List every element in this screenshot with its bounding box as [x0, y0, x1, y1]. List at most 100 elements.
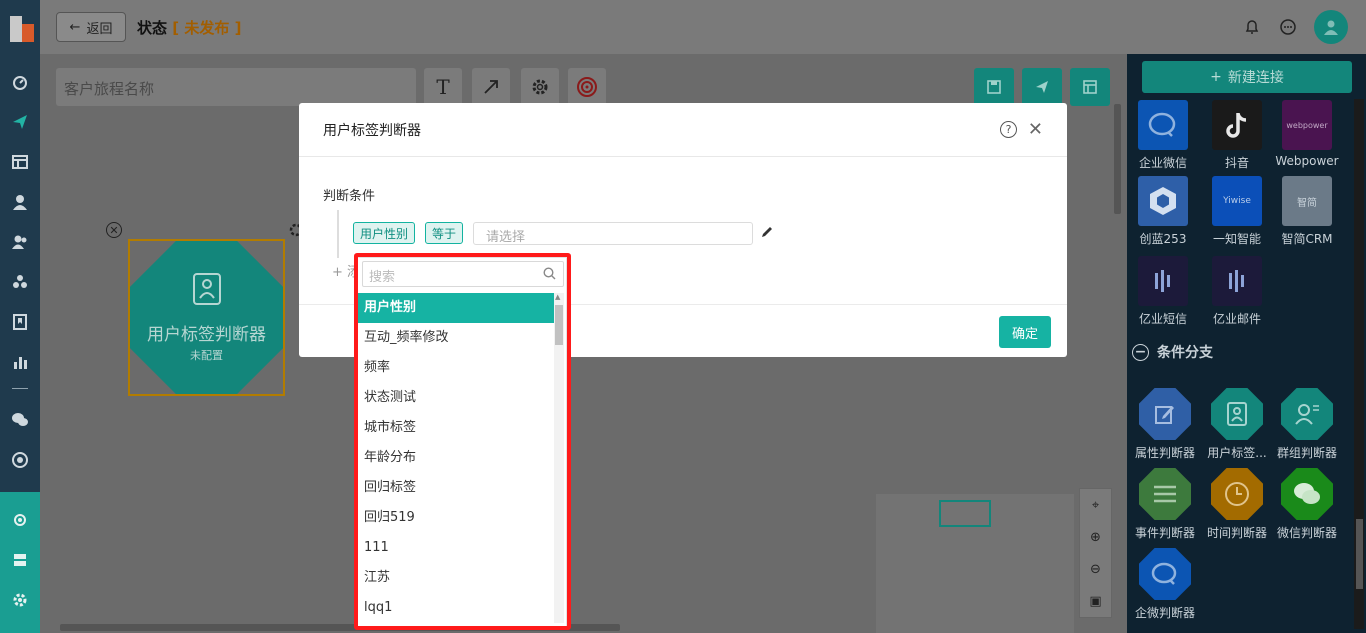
close-icon[interactable]: ✕ — [1028, 119, 1043, 140]
dropdown-option[interactable]: 江苏 — [358, 563, 554, 593]
avatar[interactable] — [1314, 10, 1348, 44]
goal-target-icon[interactable] — [568, 68, 606, 106]
zoom-in-icon[interactable]: ⊕ — [1080, 521, 1111, 553]
cond-attribute[interactable]: 属性判断器 — [1129, 388, 1201, 461]
dropdown-option[interactable]: 回归标签 — [358, 473, 554, 503]
app-label: 企业微信 — [1138, 156, 1187, 170]
pencil-icon[interactable] — [761, 225, 774, 242]
template-icon[interactable] — [1070, 68, 1110, 106]
dropdown-option[interactable]: 互动_频率修改 — [358, 323, 554, 353]
add-condition-link[interactable]: + 添 — [332, 261, 360, 280]
node-status: 未配置 — [190, 349, 223, 362]
confirm-button[interactable]: 确定 — [999, 316, 1051, 348]
dashboard-icon[interactable] — [0, 70, 40, 94]
scroll-up-icon[interactable]: ▲ — [555, 293, 560, 301]
chat-bubble-icon — [1138, 100, 1188, 150]
cond-qywx[interactable]: 企微判断器 — [1129, 548, 1201, 621]
target-icon[interactable] — [0, 448, 40, 472]
message-icon[interactable] — [1278, 17, 1298, 37]
app-yiye-sms[interactable]: 亿业短信 — [1127, 256, 1199, 327]
settings-icon[interactable] — [0, 588, 40, 612]
user-icon[interactable] — [0, 190, 40, 214]
gear-icon[interactable] — [521, 68, 559, 106]
panel-scrollbar[interactable] — [1354, 99, 1364, 629]
field-tag[interactable]: 用户性别 — [353, 222, 416, 244]
scroll-thumb[interactable] — [555, 305, 563, 345]
app-chuanglan[interactable]: 创蓝253 — [1127, 176, 1199, 247]
flow-icon[interactable] — [0, 508, 40, 532]
wechat-icon[interactable] — [0, 408, 40, 432]
canvas-vertical-scrollbar[interactable] — [1112, 54, 1122, 614]
users-icon[interactable] — [0, 230, 40, 254]
dropdown-option[interactable]: 用户性别 — [358, 293, 554, 323]
cond-user-tag[interactable]: 用户标签... — [1201, 388, 1273, 461]
scroll-thumb[interactable] — [1356, 519, 1363, 589]
cond-label: 事件判断器 — [1134, 526, 1195, 540]
dropdown-scrollbar[interactable]: ▲ — [554, 293, 564, 623]
mail-icon — [1212, 256, 1262, 306]
dropdown-option[interactable]: 年龄分布 — [358, 443, 554, 473]
node-close-icon[interactable]: ✕ — [106, 222, 122, 238]
status-badge: [ 未发布 ] — [172, 19, 241, 37]
zoom-out-icon[interactable]: ⊖ — [1080, 553, 1111, 585]
dropdown-option[interactable]: 111 — [358, 533, 554, 563]
cond-group[interactable]: 群组判断器 — [1271, 388, 1343, 461]
status-bracket-open: [ — [172, 19, 180, 37]
publish-icon[interactable] — [1022, 68, 1062, 106]
operator-tag[interactable]: 等于 — [425, 222, 464, 244]
minimap[interactable] — [876, 494, 1074, 633]
app-douyin[interactable]: 抖音 — [1201, 100, 1273, 171]
app-zhijian-crm[interactable]: 智简 智简CRM — [1271, 176, 1343, 247]
chart-icon[interactable] — [0, 350, 40, 374]
dropdown-option[interactable]: 频率 — [358, 353, 554, 383]
cond-time[interactable]: 时间判断器 — [1201, 468, 1273, 541]
new-connection-button[interactable]: + 新建连接 — [1142, 61, 1352, 93]
dropdown-option[interactable]: 城市标签 — [358, 413, 554, 443]
scroll-thumb[interactable] — [1114, 104, 1121, 214]
cond-event[interactable]: 事件判断器 — [1129, 468, 1201, 541]
app-label: 亿业邮件 — [1212, 312, 1261, 326]
back-button[interactable]: ← 返回 — [56, 12, 126, 42]
app-webpower[interactable]: webpower Webpower — [1271, 100, 1343, 168]
value-select[interactable]: 请选择 — [473, 222, 753, 245]
bookmark-icon[interactable] — [0, 310, 40, 334]
cluster-icon[interactable] — [0, 270, 40, 294]
send-icon[interactable] — [0, 110, 40, 134]
dropdown-option[interactable]: 状态测试 — [358, 383, 554, 413]
dropdown-option[interactable]: 回归519 — [358, 503, 554, 533]
condition-rail — [337, 210, 339, 258]
journey-name-input[interactable]: 客户旅程名称 — [56, 68, 416, 106]
hexagon-icon — [1138, 176, 1188, 226]
tag-badge-icon — [192, 272, 222, 310]
fit-icon[interactable]: ▣ — [1080, 585, 1111, 617]
cond-label: 用户标签... — [1207, 446, 1267, 460]
dropdown-search-input[interactable]: 搜索 — [362, 261, 564, 287]
section-condition-branch[interactable]: − 条件分支 — [1132, 342, 1213, 362]
user-tag-node[interactable]: 用户标签判断器 未配置 — [130, 241, 283, 394]
app-qywx[interactable]: 企业微信 — [1127, 100, 1199, 171]
back-label: 返回 — [86, 21, 113, 37]
save-icon[interactable] — [974, 68, 1014, 106]
text-tool-icon[interactable]: T — [424, 68, 462, 106]
nav-bottom-group — [0, 492, 40, 633]
layout-icon[interactable] — [0, 150, 40, 174]
cond-wechat[interactable]: 微信判断器 — [1271, 468, 1343, 541]
journey-node[interactable]: 用户标签判断器 未配置 — [128, 239, 285, 396]
app-yiye-mail[interactable]: 亿业邮件 — [1201, 256, 1273, 327]
app-yiwise[interactable]: Yiwise 一知智能 — [1201, 176, 1273, 247]
dropdown-options: 用户性别 互动_频率修改 频率 状态测试 城市标签 年龄分布 回归标签 回归519 111 江苏 l… — [358, 293, 554, 623]
cond-label: 属性判断器 — [1134, 446, 1195, 460]
server-icon[interactable] — [0, 548, 40, 572]
user-group-icon — [1281, 388, 1333, 440]
cond-label: 时间判断器 — [1206, 526, 1267, 540]
help-icon[interactable]: ? — [1000, 121, 1017, 138]
new-connection-label: 新建连接 — [1227, 70, 1284, 86]
minimap-viewport[interactable] — [939, 500, 991, 527]
locate-icon[interactable]: ⌖ — [1080, 489, 1111, 521]
clock-icon — [1211, 468, 1263, 520]
bell-icon[interactable] — [1242, 17, 1262, 37]
crm-tile-text: 智简 — [1297, 197, 1317, 209]
arrow-tool-icon[interactable] — [472, 68, 510, 106]
dropdown-option[interactable]: lqq1 — [358, 593, 554, 623]
edit-icon — [1139, 388, 1191, 440]
